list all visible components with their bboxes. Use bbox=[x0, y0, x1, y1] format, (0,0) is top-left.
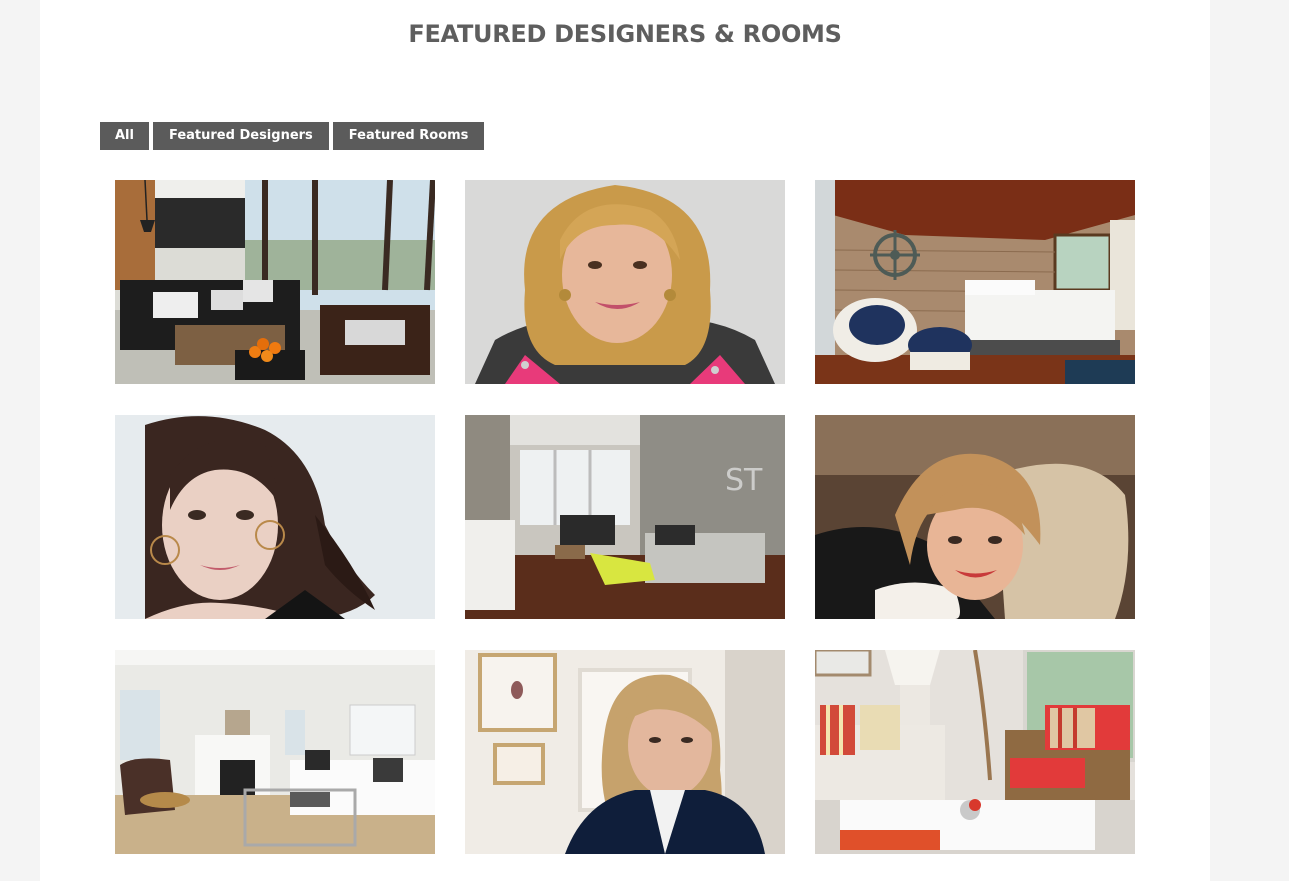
nautical-bedroom-image bbox=[815, 180, 1135, 384]
gallery-item-designer-portrait[interactable] bbox=[115, 415, 435, 619]
gallery-item-loft-living-room[interactable]: ST bbox=[465, 415, 785, 619]
modern-living-room-image bbox=[115, 180, 435, 384]
filter-featured-rooms-button[interactable]: Featured Rooms bbox=[332, 122, 485, 150]
gallery-item-nautical-bedroom[interactable] bbox=[815, 180, 1135, 384]
gallery-item-designer-portrait[interactable] bbox=[465, 650, 785, 854]
filter-all-button[interactable]: All bbox=[100, 122, 149, 150]
svg-text:ST: ST bbox=[725, 463, 763, 498]
filter-bar: All Featured Designers Featured Rooms bbox=[100, 122, 485, 150]
gallery-item-designer-portrait[interactable] bbox=[465, 180, 785, 384]
filter-featured-designers-button[interactable]: Featured Designers bbox=[152, 122, 329, 150]
loft-living-room-image: ST bbox=[465, 415, 785, 619]
designer-portrait-image bbox=[465, 180, 785, 384]
coastal-living-room-image bbox=[815, 650, 1135, 854]
designer-portrait-image bbox=[115, 415, 435, 619]
gallery-item-coastal-living-room[interactable] bbox=[815, 650, 1135, 854]
designer-portrait-image bbox=[815, 415, 1135, 619]
gallery-item-designer-portrait[interactable] bbox=[815, 415, 1135, 619]
page-container: FEATURED DESIGNERS & ROOMS All Featured … bbox=[40, 0, 1210, 881]
white-living-room-image bbox=[115, 650, 435, 854]
gallery-grid: ST bbox=[115, 180, 1135, 854]
page-title: FEATURED DESIGNERS & ROOMS bbox=[408, 20, 842, 48]
gallery-item-white-living-room[interactable] bbox=[115, 650, 435, 854]
designer-portrait-image bbox=[465, 650, 785, 854]
gallery-item-modern-living-room[interactable] bbox=[115, 180, 435, 384]
